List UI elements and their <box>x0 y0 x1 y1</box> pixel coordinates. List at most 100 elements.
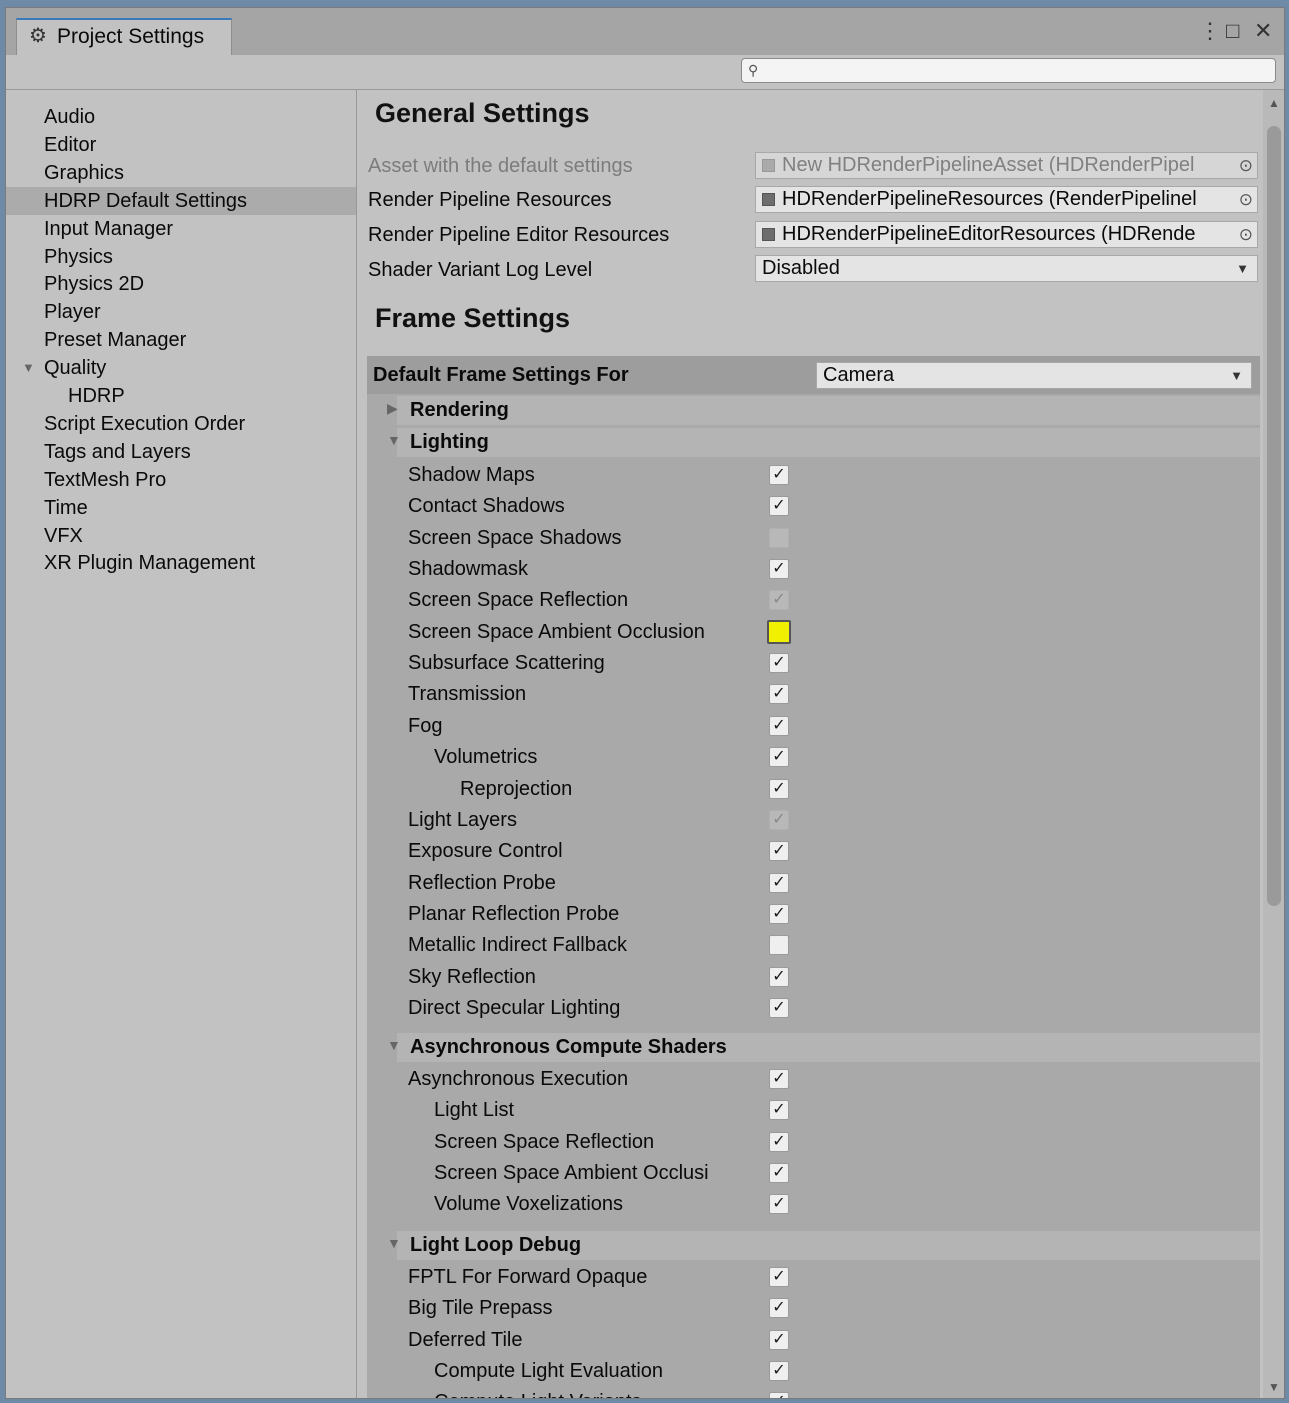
sidebar-item[interactable]: HDRP Default Settings <box>6 186 356 215</box>
frame-setting-checkbox[interactable]: ✓ <box>769 1194 789 1215</box>
sidebar-item[interactable]: TextMesh Pro <box>6 466 356 494</box>
close-icon[interactable]: ✕ <box>1254 20 1272 42</box>
frame-setting-checkbox[interactable]: ✓ <box>769 715 789 736</box>
default-frame-settings-label: Default Frame Settings For <box>373 364 629 386</box>
frame-settings-heading: Frame Settings <box>375 303 571 333</box>
more-options-icon[interactable]: ⋮ <box>1199 20 1221 42</box>
frame-setting-label: Volume Voxelizations <box>434 1193 624 1216</box>
asset-default-value: New HDRenderPipelineAsset (HDRenderPipel <box>782 154 1195 176</box>
section-lighting[interactable]: ▼ Lighting <box>387 428 1260 457</box>
frame-setting-checkbox[interactable]: ✓ <box>769 966 789 987</box>
shader-log-dropdown[interactable]: Disabled ▼ <box>755 255 1258 282</box>
frame-setting-checkbox[interactable]: ✓ <box>769 872 789 893</box>
frame-settings-header: Default Frame Settings For Camera ▼ <box>367 356 1260 394</box>
sidebar-item[interactable]: Tags and Layers <box>6 438 356 466</box>
general-settings-heading: General Settings <box>375 98 590 128</box>
frame-setting-checkbox[interactable]: ✓ <box>769 1069 789 1089</box>
frame-setting-checkbox[interactable]: ✓ <box>769 559 789 580</box>
object-picker-icon[interactable]: ⊙ <box>1235 222 1253 247</box>
section-rendering[interactable]: ▶ Rendering <box>387 396 1260 425</box>
frame-setting-checkbox[interactable]: ✓ <box>769 684 789 705</box>
frame-setting-checkbox: ✓ <box>769 590 789 611</box>
sidebar-item[interactable]: Preset Manager <box>6 326 356 354</box>
render-pipeline-resources-field[interactable]: HDRenderPipelineResources (RenderPipelin… <box>755 186 1258 213</box>
section-rendering-label: Rendering <box>410 399 509 421</box>
settings-content: General Settings Asset with the default … <box>357 90 1263 1398</box>
frame-setting-checkbox[interactable]: ✓ <box>769 1267 789 1287</box>
sidebar-item[interactable]: Input Manager <box>6 215 356 243</box>
sidebar-item[interactable]: HDRP <box>6 382 356 410</box>
scrollbar-thumb[interactable] <box>1267 126 1281 906</box>
search-input[interactable] <box>741 58 1276 83</box>
frame-setting-checkbox[interactable] <box>767 619 791 644</box>
sidebar-item[interactable]: Editor <box>6 131 356 159</box>
sidebar-item-label: Input Manager <box>44 217 173 240</box>
sidebar-item-label: HDRP Default Settings <box>44 189 248 212</box>
scroll-down-icon[interactable]: ▼ <box>1268 1380 1280 1394</box>
sidebar-item[interactable]: ▼ Quality <box>6 354 356 382</box>
shader-log-label: Shader Variant Log Level <box>368 259 593 281</box>
tab-title: Project Settings <box>57 25 205 48</box>
sidebar-item-label: Time <box>44 496 88 519</box>
object-picker-icon[interactable]: ⊙ <box>1235 187 1253 212</box>
sidebar-item-label: Preset Manager <box>44 329 187 352</box>
section-lightloop-label: Light Loop Debug <box>410 1234 582 1256</box>
scroll-up-icon[interactable]: ▲ <box>1268 96 1280 110</box>
sidebar-item[interactable]: Physics <box>6 243 356 271</box>
frame-setting-checkbox[interactable]: ✓ <box>769 997 789 1018</box>
frame-setting-checkbox[interactable]: ✓ <box>769 1392 789 1398</box>
maximize-icon[interactable]: □ <box>1226 20 1239 42</box>
sidebar-item[interactable]: VFX <box>6 522 356 550</box>
frame-setting-checkbox[interactable]: ✓ <box>769 1131 789 1152</box>
section-light-loop-debug[interactable]: ▼ Light Loop Debug <box>387 1231 1260 1260</box>
sidebar-item-label: Quality <box>44 357 107 380</box>
frame-setting-checkbox[interactable]: ✓ <box>769 465 789 485</box>
frame-setting-checkbox[interactable]: ✓ <box>769 1329 789 1350</box>
frame-setting-label: FPTL For Forward Opaque <box>408 1266 648 1288</box>
fold-open-icon: ▼ <box>387 1037 401 1053</box>
editor-resources-value: HDRenderPipelineEditorResources (HDRende <box>782 223 1196 245</box>
search-icon: ⚲ <box>748 62 759 78</box>
frame-setting-label: Shadow Maps <box>408 464 535 486</box>
frame-setting-label: Contact Shadows <box>408 495 565 518</box>
frame-setting-label: Light List <box>434 1099 515 1122</box>
frame-setting-checkbox[interactable]: ✓ <box>769 747 789 768</box>
frame-setting-checkbox[interactable]: ✓ <box>769 841 789 862</box>
render-pipeline-resources-label: Render Pipeline Resources <box>368 189 612 211</box>
title-bar: ⚙ Project Settings ⋮ □ ✕ <box>6 8 1284 56</box>
frame-setting-checkbox[interactable] <box>769 935 789 956</box>
object-picker-icon[interactable]: ⊙ <box>1235 153 1253 178</box>
fold-open-icon[interactable]: ▼ <box>22 354 35 382</box>
sidebar-item[interactable]: Graphics <box>6 159 356 187</box>
sidebar-item[interactable]: Script Execution Order <box>6 410 356 438</box>
editor-resources-field[interactable]: HDRenderPipelineEditorResources (HDRende… <box>755 221 1258 248</box>
asset-default-field[interactable]: New HDRenderPipelineAsset (HDRenderPipel… <box>755 152 1258 179</box>
frame-setting-label: Fog <box>408 714 443 737</box>
chevron-down-icon: ▼ <box>1230 368 1243 383</box>
frame-setting-checkbox[interactable]: ✓ <box>769 903 789 924</box>
sidebar-item[interactable]: Physics 2D <box>6 270 356 298</box>
vertical-scrollbar[interactable]: ▲ ▼ <box>1263 90 1284 1398</box>
frame-setting-checkbox[interactable]: ✓ <box>769 1361 789 1382</box>
frame-setting-checkbox[interactable]: ✓ <box>769 1163 789 1184</box>
sidebar-item[interactable]: XR Plugin Management <box>6 549 356 577</box>
frame-setting-label: Light Layers <box>408 808 517 831</box>
frame-setting-checkbox[interactable]: ✓ <box>769 1100 789 1121</box>
sidebar-item[interactable]: Player <box>6 298 356 326</box>
frame-setting-label: Volumetrics <box>434 746 538 769</box>
frame-setting-label: Sky Reflection <box>408 965 536 988</box>
default-frame-settings-dropdown[interactable]: Camera ▼ <box>816 362 1252 389</box>
asset-default-label: Asset with the default settings <box>368 155 633 177</box>
sidebar-item[interactable]: Time <box>6 494 356 522</box>
frame-setting-checkbox[interactable]: ✓ <box>769 496 789 517</box>
frame-setting-label: Screen Space Reflection <box>434 1130 655 1153</box>
sidebar-item-label: Graphics <box>44 161 125 184</box>
sidebar-item[interactable]: Audio <box>6 103 356 131</box>
frame-setting-checkbox[interactable]: ✓ <box>769 778 789 799</box>
frame-setting-checkbox[interactable]: ✓ <box>769 653 789 674</box>
frame-setting-label: Screen Space Shadows <box>408 526 622 549</box>
frame-setting-checkbox[interactable]: ✓ <box>769 1298 789 1319</box>
gear-icon: ⚙ <box>29 25 47 47</box>
section-async-compute[interactable]: ▼ Asynchronous Compute Shaders <box>387 1033 1260 1062</box>
tab-project-settings[interactable]: ⚙ Project Settings <box>16 18 232 55</box>
